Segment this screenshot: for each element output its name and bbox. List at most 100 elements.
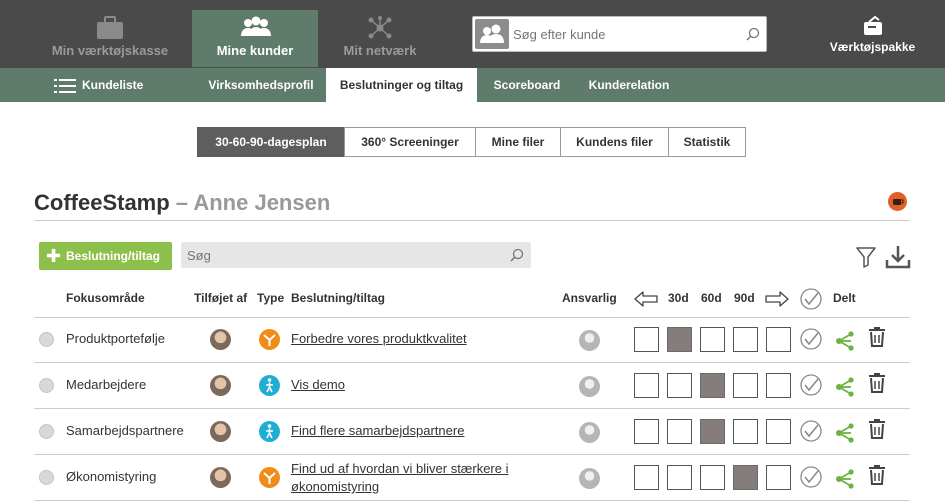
share-icon[interactable]: [834, 331, 856, 351]
table-row: Økonomistyring Find ud af hvordan vi bliv…: [34, 455, 910, 501]
complete-icon[interactable]: [799, 327, 823, 351]
col-decision[interactable]: Beslutning/tiltag: [291, 291, 385, 305]
timeline-box[interactable]: [766, 373, 791, 398]
share-icon[interactable]: [834, 377, 856, 397]
complete-icon[interactable]: [799, 373, 823, 397]
share-icon[interactable]: [834, 423, 856, 443]
share-icon[interactable]: [834, 469, 856, 489]
responsible-avatar[interactable]: [579, 376, 600, 397]
download-icon[interactable]: [885, 244, 911, 270]
timeline-box[interactable]: [634, 327, 659, 352]
col-focus-area[interactable]: Fokusområde: [66, 291, 145, 305]
timeline-box[interactable]: [667, 465, 692, 490]
timeline-box[interactable]: [700, 327, 725, 352]
company-name: CoffeeStamp: [34, 190, 170, 215]
contact-name: Anne Jensen: [193, 190, 331, 215]
customers-icon: [241, 16, 271, 36]
timeline-box[interactable]: [733, 465, 758, 490]
trash-icon[interactable]: [868, 326, 886, 348]
timeline-box[interactable]: [733, 373, 758, 398]
nav-my-toolbox-label: Min værktøjskasse: [51, 43, 169, 58]
col-added-by[interactable]: Tilføjet af: [194, 291, 247, 305]
tab-customer-relation[interactable]: Kunderelation: [580, 68, 678, 102]
tab-scoreboard[interactable]: Scoreboard: [482, 68, 572, 102]
responsible-avatar[interactable]: [579, 422, 600, 443]
focus-area-text: Medarbejdere: [66, 377, 147, 392]
segment-30-60-90-plan[interactable]: 30-60-90-dagesplan: [197, 127, 345, 157]
complete-icon[interactable]: [799, 419, 823, 443]
focus-area-icon: [39, 378, 54, 393]
table-search-input[interactable]: [187, 245, 487, 265]
focus-area-icon: [39, 470, 54, 485]
customer-list-button[interactable]: Kundeliste: [54, 68, 143, 102]
timeline-box[interactable]: [700, 465, 725, 490]
focus-area-icon: [39, 424, 54, 439]
avatar: [210, 375, 231, 396]
segment-360-screenings[interactable]: 360° Screeninger: [344, 127, 476, 157]
strategy-icon: [259, 329, 280, 350]
trash-icon[interactable]: [868, 372, 886, 394]
timeline-box[interactable]: [700, 419, 725, 444]
trash-icon[interactable]: [868, 418, 886, 440]
nav-my-customers[interactable]: Mine kunder: [192, 10, 318, 67]
table-row: Samarbejdspartnere Find flere samarbejdsp…: [34, 409, 910, 455]
arrow-left-icon[interactable]: [634, 290, 658, 308]
timeline-box[interactable]: [766, 465, 791, 490]
timeline-box[interactable]: [667, 373, 692, 398]
col-type[interactable]: Type: [257, 291, 284, 305]
timeline-box[interactable]: [766, 419, 791, 444]
decision-link[interactable]: Forbedre vores produktkvalitet: [291, 330, 531, 348]
timeline-box[interactable]: [667, 327, 692, 352]
timeline-box[interactable]: [634, 465, 659, 490]
col-responsible[interactable]: Ansvarlig: [562, 291, 617, 305]
col-shared: Delt: [833, 291, 856, 305]
focus-area-text: Produktportefølje: [66, 331, 165, 346]
nav-my-toolbox[interactable]: Min værktøjskasse: [47, 10, 173, 67]
timeline-box[interactable]: [766, 327, 791, 352]
responsible-avatar[interactable]: [579, 330, 600, 351]
avatar: [210, 329, 231, 350]
tab-decisions-and-actions[interactable]: Beslutninger og tiltag: [326, 68, 477, 102]
table-search: [181, 242, 531, 268]
decision-link[interactable]: Find flere samarbejdspartnere: [291, 422, 531, 440]
arrow-right-icon[interactable]: [765, 290, 789, 308]
segment-my-files[interactable]: Mine filer: [475, 127, 561, 157]
timeline-box[interactable]: [634, 373, 659, 398]
trash-icon[interactable]: [868, 464, 886, 486]
tab-company-profile[interactable]: Virksomhedsprofil: [196, 68, 326, 102]
walking-person-icon: [259, 375, 280, 396]
add-decision-button[interactable]: ✚ Beslutning/tiltag: [39, 242, 172, 270]
add-decision-label: Beslutning/tiltag: [66, 249, 160, 263]
timeline-box[interactable]: [634, 419, 659, 444]
timeline-box[interactable]: [733, 327, 758, 352]
decision-link[interactable]: Find ud af hvordan vi bliver stærkere i …: [291, 460, 531, 496]
title-separator: –: [169, 190, 194, 215]
toolkit-package-button[interactable]: Værktøjspakke: [820, 16, 925, 54]
network-icon: [368, 16, 392, 39]
col-60d: 60d: [701, 291, 722, 305]
decision-link[interactable]: Vis demo: [291, 376, 531, 394]
toolkit-package-label: Værktøjspakke: [829, 40, 916, 54]
segment-statistics[interactable]: Statistik: [668, 127, 746, 157]
complete-icon[interactable]: [799, 465, 823, 489]
table-row: Medarbejdere Vis demo: [34, 363, 910, 409]
nav-my-network[interactable]: Mit netværk: [317, 10, 443, 67]
segment-customer-files[interactable]: Kundens filer: [560, 127, 669, 157]
search-icon[interactable]: [746, 27, 760, 41]
plus-icon: ✚: [46, 246, 62, 266]
customer-search-input[interactable]: [513, 23, 733, 45]
filter-icon[interactable]: [856, 246, 876, 268]
timeline-box[interactable]: [667, 419, 692, 444]
avatar: [210, 467, 231, 488]
timeline-box[interactable]: [700, 373, 725, 398]
table-row: Produktportefølje Forbedre vores produktk…: [34, 317, 910, 363]
responsible-avatar[interactable]: [579, 468, 600, 489]
col-30d: 30d: [668, 291, 689, 305]
focus-area-text: Økonomistyring: [66, 469, 157, 484]
search-icon[interactable]: [510, 248, 524, 262]
customer-list-label: Kundeliste: [82, 78, 144, 92]
focus-area-text: Samarbejdspartnere: [66, 423, 184, 438]
timeline-box[interactable]: [733, 419, 758, 444]
nav-my-network-label: Mit netværk: [343, 43, 417, 58]
top-bar: Min værktøjskasse Mine kunder Mit netvær…: [0, 0, 945, 68]
